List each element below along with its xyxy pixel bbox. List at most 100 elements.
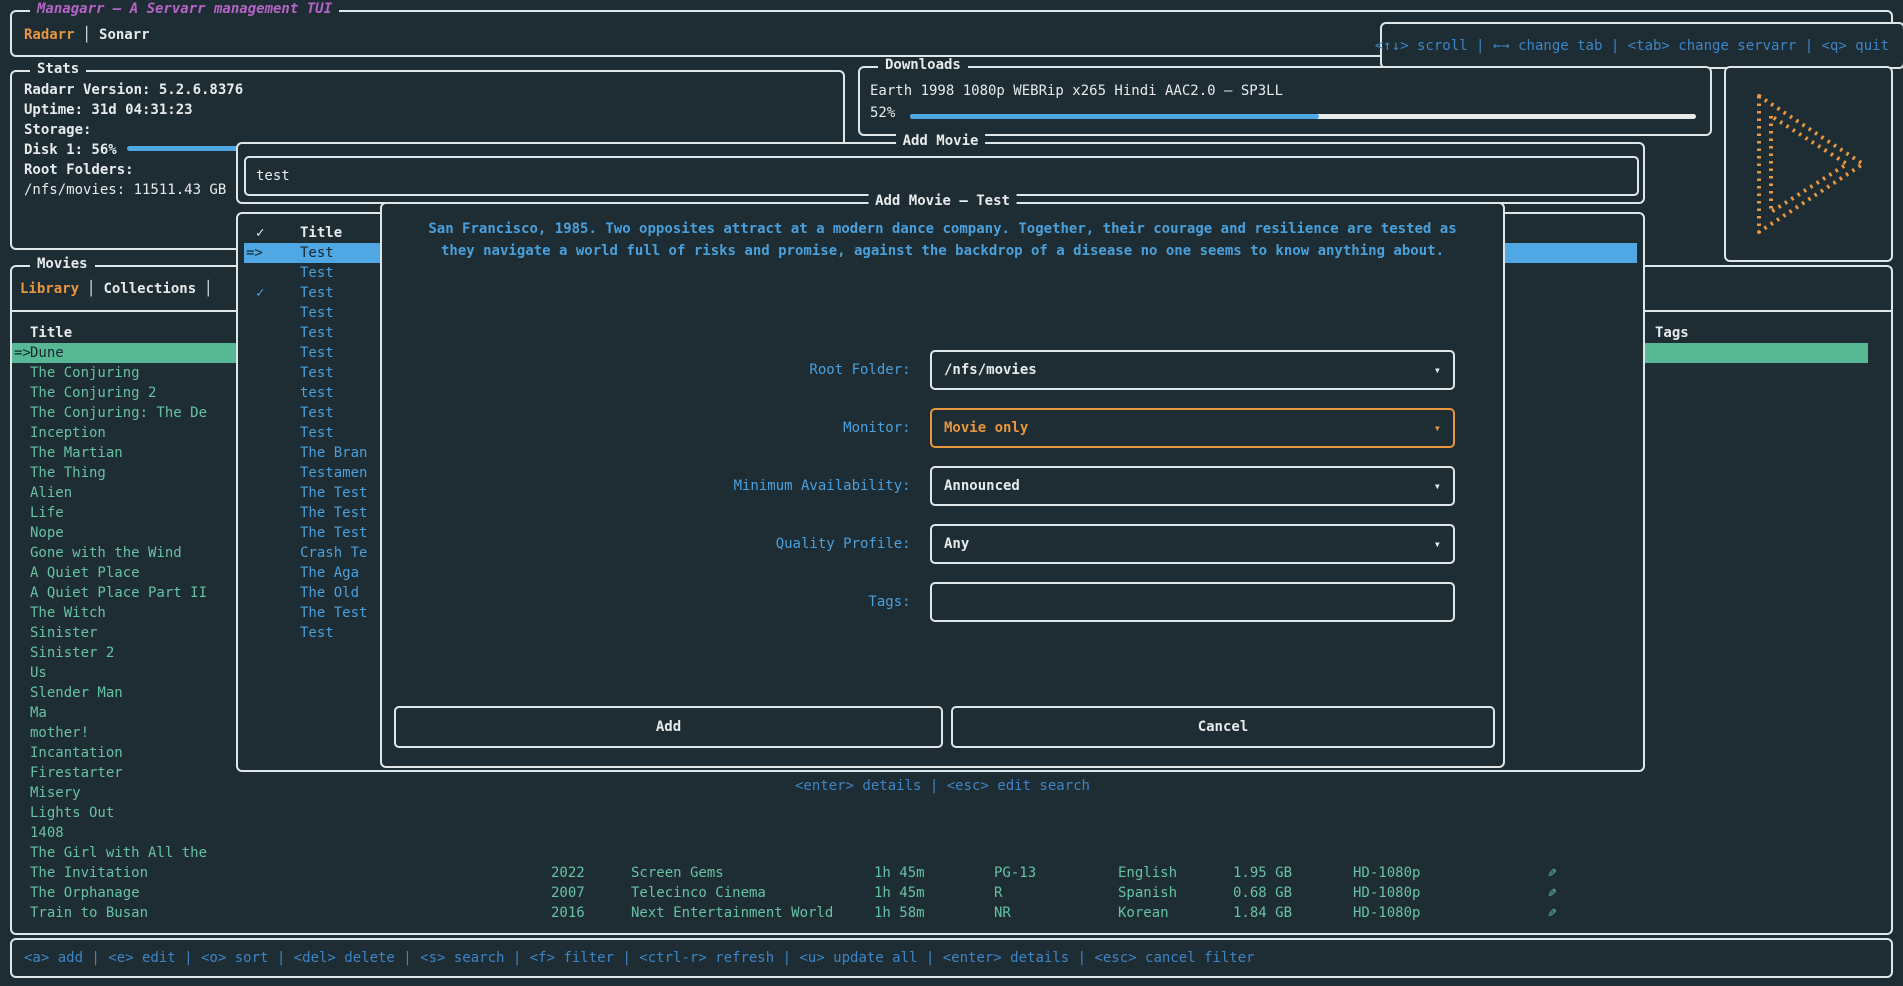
- add-movie-search-title: Add Movie: [896, 133, 986, 149]
- field-value: /nfs/movies: [944, 352, 1037, 388]
- movie-title: Misery: [30, 783, 81, 803]
- cell-studio: Next Entertainment World: [631, 903, 833, 923]
- movie-title: 1408: [30, 823, 64, 843]
- field-value: Movie only: [944, 410, 1028, 446]
- movie-title: A Quiet Place Part II: [30, 583, 207, 603]
- movie-title: Sinister 2: [30, 643, 114, 663]
- disk-usage-label: Disk 1: 56%: [24, 142, 117, 158]
- tab-library[interactable]: Library: [20, 281, 79, 297]
- result-title: Crash Te: [300, 543, 367, 563]
- tab-sonarr[interactable]: Sonarr: [99, 27, 150, 43]
- cell-runtime: 1h 58m: [874, 903, 925, 923]
- result-title: The Test: [300, 603, 367, 623]
- movie-title: The Conjuring: The De: [30, 403, 207, 423]
- field-dropdown[interactable]: Movie only ▾: [930, 408, 1455, 448]
- form-field-row: Quality Profile: Any▾: [382, 524, 1503, 564]
- footer-help-bar: <a> add | <e> edit | <o> sort | <del> de…: [10, 938, 1893, 978]
- check-column-header-icon: ✓: [256, 223, 264, 243]
- tab-radarr[interactable]: Radarr: [24, 27, 75, 43]
- column-header-tags: Tags: [1655, 323, 1689, 343]
- add-button[interactable]: Add: [394, 706, 943, 748]
- movie-title: Slender Man: [30, 683, 123, 703]
- result-title: test: [300, 383, 334, 403]
- result-title: The Aga: [300, 563, 359, 583]
- movie-title: Ma: [30, 703, 47, 723]
- movie-title: The Thing: [30, 463, 106, 483]
- cell-studio: Telecinco Cinema: [631, 883, 766, 903]
- edit-pencil-icon[interactable]: ✎: [1548, 883, 1556, 903]
- cell-language: Korean: [1118, 903, 1169, 923]
- form-field-row: Tags:: [382, 582, 1503, 622]
- chevron-down-icon: ▾: [1434, 410, 1441, 446]
- cell-cert: NR: [994, 903, 1011, 923]
- add-movie-modal: Add Movie – Test San Francisco, 1985. Tw…: [380, 202, 1505, 768]
- downloads-panel-title: Downloads: [878, 57, 968, 73]
- cell-year: 2022: [551, 863, 585, 883]
- movie-list-item[interactable]: The Girl with All the: [12, 843, 1868, 863]
- movie-title: Sinister: [30, 623, 97, 643]
- search-query-text: test: [256, 158, 290, 194]
- cancel-button[interactable]: Cancel: [951, 706, 1495, 748]
- result-title: Test: [300, 323, 334, 343]
- root-folder-value: /nfs/movies: 11511.43 GB: [24, 180, 243, 200]
- cell-language: English: [1118, 863, 1177, 883]
- tab-divider: │: [196, 281, 220, 297]
- edit-pencil-icon[interactable]: ✎: [1548, 903, 1556, 923]
- cell-cert: PG-13: [994, 863, 1036, 883]
- disk-usage-bar: [127, 146, 242, 151]
- cell-language: Spanish: [1118, 883, 1177, 903]
- result-title: Test: [300, 623, 334, 643]
- movie-list-item[interactable]: 1408: [12, 823, 1868, 843]
- field-label: Minimum Availability:: [382, 466, 919, 506]
- download-progress-fill: [910, 114, 1319, 119]
- field-label: Root Folder:: [382, 350, 919, 390]
- result-title: Test: [300, 243, 334, 263]
- modal-title: Add Movie – Test: [868, 193, 1017, 209]
- field-dropdown[interactable]: /nfs/movies▾: [930, 350, 1455, 390]
- field-value: Announced: [944, 468, 1020, 504]
- selection-arrow-icon: =>: [14, 343, 31, 363]
- download-percent: 52%: [870, 105, 895, 121]
- movie-title: Inception: [30, 423, 106, 443]
- field-dropdown[interactable]: Any▾: [930, 524, 1455, 564]
- movie-description: San Francisco, 1985. Two opposites attra…: [382, 218, 1503, 262]
- movie-title: Firestarter: [30, 763, 123, 783]
- cell-studio: Screen Gems: [631, 863, 724, 883]
- app-header: Managarr – A Servarr management TUI Rada…: [10, 10, 1893, 57]
- movie-title: Life: [30, 503, 64, 523]
- result-title: The Old: [300, 583, 359, 603]
- chevron-down-icon: ▾: [1434, 468, 1441, 504]
- cell-quality: HD-1080p: [1353, 883, 1420, 903]
- movie-list-item[interactable]: Lights Out: [12, 803, 1868, 823]
- tab-divider: │: [79, 281, 103, 297]
- field-label: Monitor:: [382, 408, 919, 448]
- radarr-version: Radarr Version: 5.2.6.8376: [24, 80, 243, 100]
- movie-title: Incantation: [30, 743, 123, 763]
- description-line: they navigate a world full of risks and …: [382, 240, 1503, 262]
- tab-collections[interactable]: Collections: [103, 281, 196, 297]
- result-title: Test: [300, 403, 334, 423]
- movie-search-input[interactable]: test: [244, 156, 1639, 196]
- movie-title: Us: [30, 663, 47, 683]
- tab-divider: │: [75, 27, 99, 43]
- servarr-tabs: Radarr│Sonarr: [24, 24, 150, 46]
- movie-details-row: 2016Next Entertainment World1h 58mNRKore…: [12, 903, 1891, 923]
- cell-quality: HD-1080p: [1353, 903, 1420, 923]
- edit-pencil-icon[interactable]: ✎: [1548, 863, 1556, 883]
- movie-title: The Conjuring 2: [30, 383, 156, 403]
- field-input[interactable]: [930, 582, 1455, 622]
- footer-help-text: <a> add | <e> edit | <o> sort | <del> de…: [24, 940, 1255, 976]
- movie-details-row: 2007Telecinco Cinema1h 45mRSpanish0.68 G…: [12, 883, 1891, 903]
- field-dropdown[interactable]: Announced ▾: [930, 466, 1455, 506]
- field-label: Tags:: [382, 582, 919, 622]
- movie-title: Gone with the Wind: [30, 543, 182, 563]
- result-title: The Test: [300, 483, 367, 503]
- field-value: Any: [944, 526, 969, 562]
- cell-runtime: 1h 45m: [874, 883, 925, 903]
- app-title: Managarr – A Servarr management TUI: [30, 1, 339, 17]
- movie-title: A Quiet Place: [30, 563, 140, 583]
- column-header-title: Title: [30, 323, 72, 343]
- radarr-play-logo-icon: [1743, 88, 1875, 240]
- global-help-box: <↑↓> scroll | ←→ change tab | <tab> chan…: [1380, 22, 1903, 69]
- storage-label: Storage:: [24, 120, 243, 140]
